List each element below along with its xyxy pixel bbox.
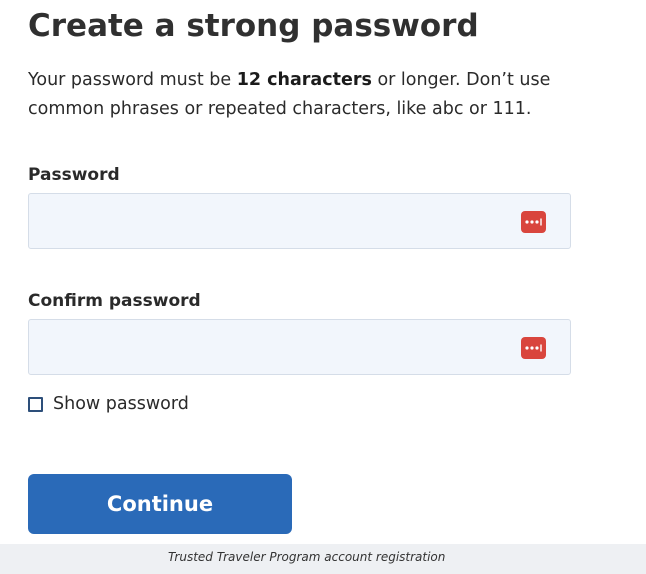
password-field-wrapper: [28, 193, 571, 249]
password-manager-icon[interactable]: [521, 337, 546, 359]
show-password-checkbox[interactable]: [28, 396, 43, 412]
requirements-length: 12 characters: [236, 70, 372, 90]
password-manager-icon[interactable]: [521, 211, 546, 233]
continue-button[interactable]: Continue: [28, 474, 292, 534]
confirm-password-field-wrapper: [28, 319, 571, 375]
dots-icon: [525, 344, 542, 352]
password-label: Password: [28, 165, 120, 185]
confirm-password-label: Confirm password: [28, 291, 201, 311]
footer-bar: Trusted Traveler Program account registr…: [0, 544, 646, 574]
footer-caption: Trusted Traveler Program account registr…: [168, 550, 446, 564]
password-input[interactable]: [29, 194, 570, 248]
show-password-label: Show password: [53, 394, 189, 414]
confirm-password-input[interactable]: [29, 320, 570, 374]
page-title: Create a strong password: [28, 8, 479, 44]
requirements-prefix: Your password must be: [28, 70, 237, 90]
show-password-toggle[interactable]: Show password: [28, 392, 189, 416]
dots-icon: [525, 218, 542, 226]
password-creation-page: Create a strong password Your password m…: [0, 0, 646, 544]
password-requirements-text: Your password must be 12 characters or l…: [28, 66, 588, 124]
